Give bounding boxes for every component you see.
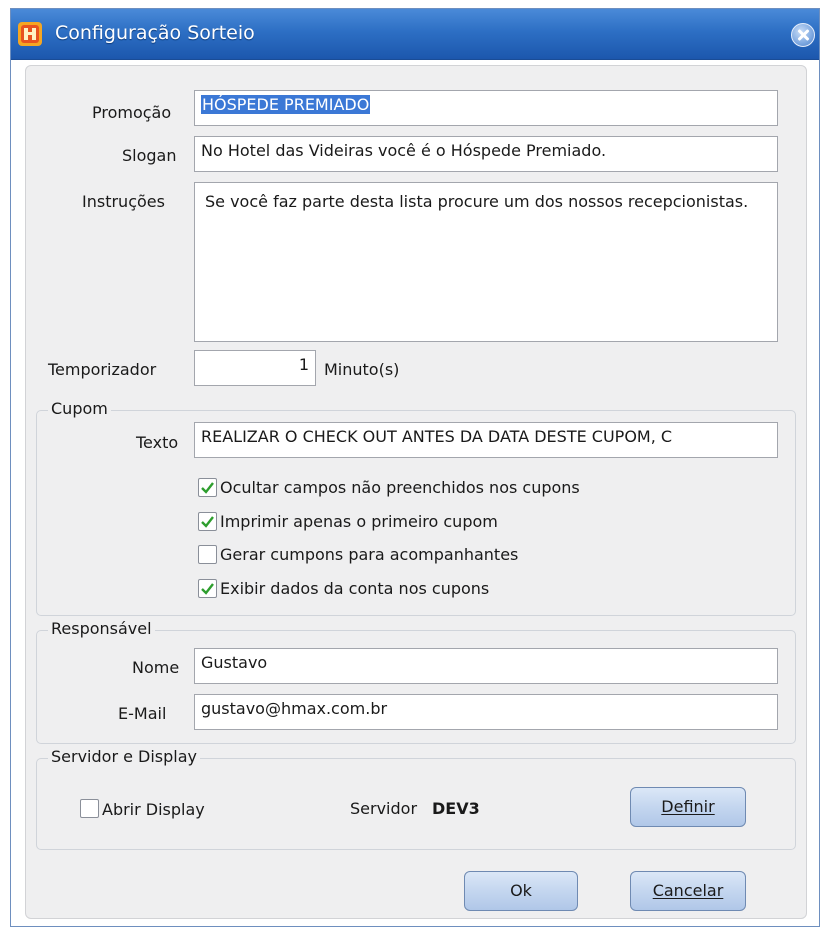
servidor-label: Servidor [350, 799, 418, 818]
instrucoes-label: Instruções [82, 192, 165, 211]
imprimir-primeiro-label: Imprimir apenas o primeiro cupom [220, 512, 498, 531]
ok-button[interactable]: Ok [464, 871, 578, 911]
instrucoes-textarea[interactable]: Se você faz parte desta lista procure um… [194, 182, 778, 342]
checkmark-icon [201, 583, 214, 595]
abrir-display-checkbox[interactable] [80, 799, 99, 818]
window-title: Configuração Sorteio [55, 22, 255, 44]
email-input[interactable]: gustavo@hmax.com.br [194, 694, 778, 730]
gerar-cupons-checkbox[interactable] [198, 545, 217, 564]
slogan-input[interactable]: No Hotel das Videiras você é o Hóspede P… [194, 136, 778, 172]
slogan-label: Slogan [122, 146, 177, 165]
definir-button[interactable]: Definir [630, 787, 746, 827]
definir-button-label: Definir [661, 797, 715, 816]
app-logo-icon [18, 22, 42, 46]
close-button[interactable] [791, 23, 815, 47]
dialog-window: Configuração Sorteio Promoção HÓSPEDE PR… [10, 8, 820, 927]
servidor-group-title: Servidor e Display [48, 747, 201, 766]
cupom-texto-input[interactable]: REALIZAR O CHECK OUT ANTES DA DATA DESTE… [194, 422, 778, 458]
gerar-cupons-label: Gerar cumpons para acompanhantes [220, 545, 519, 564]
exibir-dados-checkbox[interactable] [198, 579, 217, 598]
promocao-value: HÓSPEDE PREMIADO [201, 95, 371, 114]
dialog-body: Promoção HÓSPEDE PREMIADO Slogan No Hote… [25, 65, 807, 919]
promocao-label: Promoção [92, 103, 172, 122]
ocultar-campos-label: Ocultar campos não preenchidos nos cupon… [220, 478, 580, 497]
ocultar-campos-checkbox[interactable] [198, 478, 217, 497]
checkmark-icon [201, 516, 214, 528]
abrir-display-label: Abrir Display [102, 800, 205, 819]
ok-button-label: Ok [510, 881, 532, 900]
responsavel-group-title: Responsável [48, 619, 155, 638]
temporizador-label: Temporizador [48, 360, 157, 379]
cupom-group-title: Cupom [48, 399, 111, 418]
cupom-texto-label: Texto [136, 433, 179, 452]
promocao-input[interactable]: HÓSPEDE PREMIADO [194, 90, 778, 126]
imprimir-primeiro-checkbox[interactable] [198, 512, 217, 531]
nome-input[interactable]: Gustavo [194, 648, 778, 684]
cancelar-button[interactable]: Cancelar [630, 871, 746, 911]
cancelar-button-label: Cancelar [652, 881, 724, 900]
email-label: E-Mail [118, 704, 167, 723]
servidor-value: DEV3 [432, 799, 480, 818]
checkmark-icon [201, 482, 214, 494]
nome-label: Nome [132, 658, 180, 677]
exibir-dados-label: Exibir dados da conta nos cupons [220, 579, 490, 598]
temporizador-unit: Minuto(s) [324, 360, 400, 379]
temporizador-input[interactable]: 1 [194, 350, 316, 386]
title-bar[interactable]: Configuração Sorteio [11, 9, 819, 60]
